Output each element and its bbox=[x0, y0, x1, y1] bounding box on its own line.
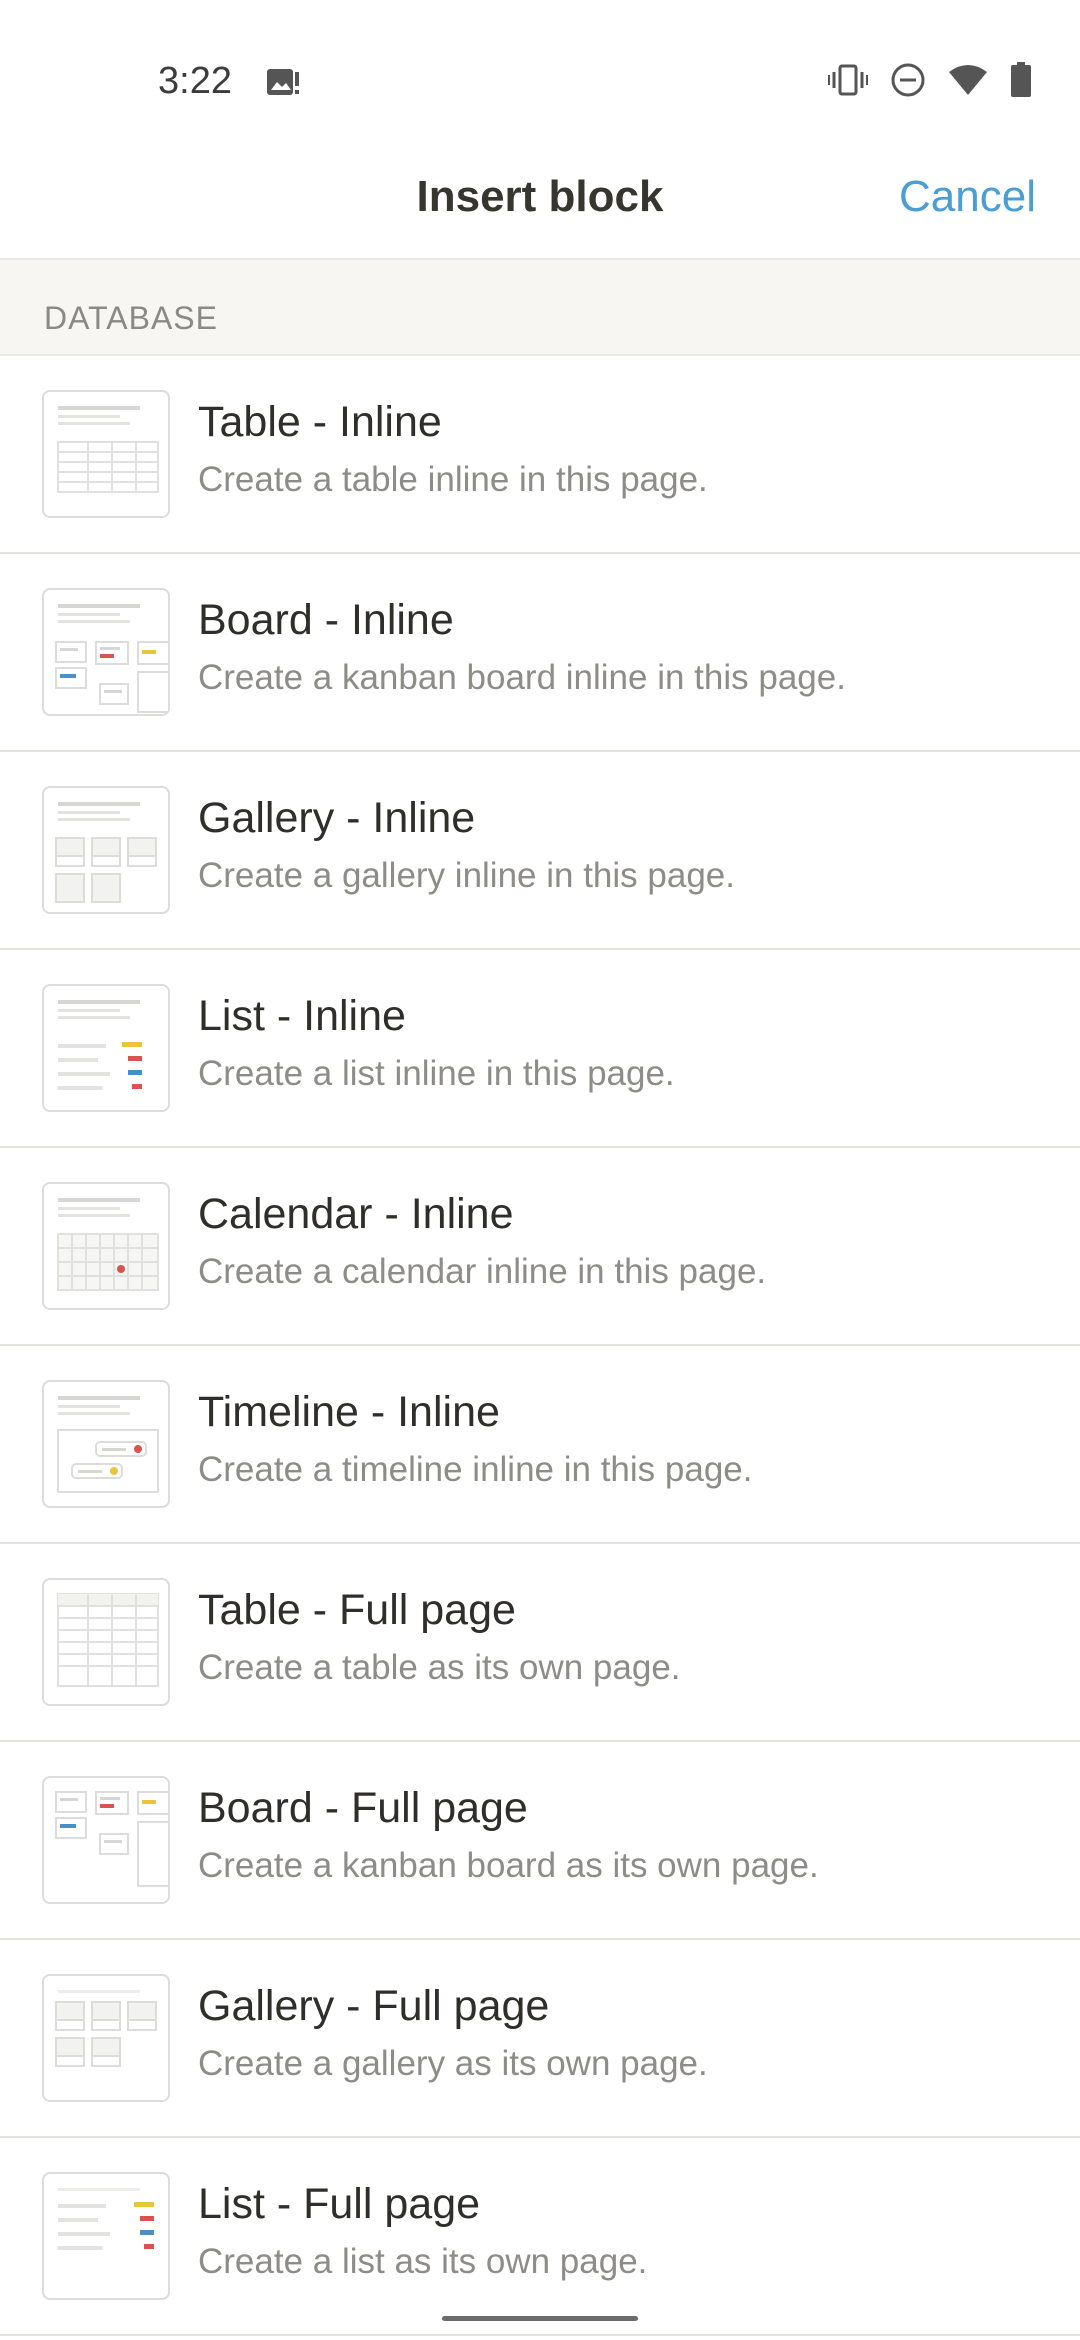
list-item[interactable]: Gallery - Inline Create a gallery inline… bbox=[0, 752, 1080, 950]
vibrate-icon bbox=[828, 63, 868, 102]
item-title: Table - Full page bbox=[198, 1586, 516, 1634]
item-description: Create a table as its own page. bbox=[198, 1648, 681, 1687]
status-icons bbox=[828, 62, 1032, 103]
home-indicator[interactable] bbox=[442, 2316, 638, 2321]
item-title: Table - Inline bbox=[198, 398, 442, 446]
list-item[interactable]: Calendar - Inline Create a calendar inli… bbox=[0, 1148, 1080, 1346]
item-description: Create a calendar inline in this page. bbox=[198, 1252, 767, 1291]
item-description: Create a gallery inline in this page. bbox=[198, 856, 735, 895]
wifi-icon bbox=[948, 63, 988, 102]
section-label: DATABASE bbox=[44, 300, 218, 336]
status-time: 3:22 bbox=[158, 60, 232, 102]
table-full-page-icon bbox=[42, 1578, 170, 1706]
list-item[interactable]: List - Inline Create a list inline in th… bbox=[0, 950, 1080, 1148]
item-title: Calendar - Inline bbox=[198, 1190, 514, 1238]
do-not-disturb-icon bbox=[890, 62, 926, 103]
gallery-full-page-icon bbox=[42, 1974, 170, 2102]
item-title: Board - Full page bbox=[198, 1784, 528, 1832]
item-title: List - Inline bbox=[198, 992, 406, 1040]
list-full-page-icon bbox=[42, 2172, 170, 2300]
image-notification-icon bbox=[265, 66, 301, 105]
item-title: Board - Inline bbox=[198, 596, 454, 644]
item-title: Timeline - Inline bbox=[198, 1388, 500, 1436]
item-description: Create a table inline in this page. bbox=[198, 460, 708, 499]
item-description: Create a gallery as its own page. bbox=[198, 2044, 708, 2083]
timeline-inline-icon bbox=[42, 1380, 170, 1508]
item-description: Create a kanban board as its own page. bbox=[198, 1846, 819, 1885]
list-item[interactable]: Board - Full page Create a kanban board … bbox=[0, 1742, 1080, 1940]
list-item[interactable]: Gallery - Full page Create a gallery as … bbox=[0, 1940, 1080, 2138]
calendar-inline-icon bbox=[42, 1182, 170, 1310]
item-title: Gallery - Inline bbox=[198, 794, 476, 842]
gallery-inline-icon bbox=[42, 786, 170, 914]
block-list: Table - Inline Create a table inline in … bbox=[0, 356, 1080, 2336]
list-item[interactable]: Table - Inline Create a table inline in … bbox=[0, 356, 1080, 554]
list-item[interactable]: Timeline - Inline Create a timeline inli… bbox=[0, 1346, 1080, 1544]
cancel-button[interactable]: Cancel bbox=[899, 172, 1036, 222]
table-inline-icon bbox=[42, 390, 170, 518]
item-description: Create a list inline in this page. bbox=[198, 1054, 675, 1093]
item-description: Create a timeline inline in this page. bbox=[198, 1450, 753, 1489]
list-inline-icon bbox=[42, 984, 170, 1112]
list-item[interactable]: List - Full page Create a list as its ow… bbox=[0, 2138, 1080, 2336]
item-description: Create a list as its own page. bbox=[198, 2242, 648, 2281]
item-title: List - Full page bbox=[198, 2180, 481, 2228]
board-full-page-icon bbox=[42, 1776, 170, 1904]
item-title: Gallery - Full page bbox=[198, 1982, 550, 2030]
status-bar: 3:22 bbox=[0, 0, 1080, 150]
section-header-database: DATABASE bbox=[0, 260, 1080, 356]
board-inline-icon bbox=[42, 588, 170, 716]
header: Insert block Cancel bbox=[0, 150, 1080, 260]
battery-icon bbox=[1010, 62, 1032, 103]
list-item[interactable]: Table - Full page Create a table as its … bbox=[0, 1544, 1080, 1742]
list-item[interactable]: Board - Inline Create a kanban board inl… bbox=[0, 554, 1080, 752]
item-description: Create a kanban board inline in this pag… bbox=[198, 658, 846, 697]
